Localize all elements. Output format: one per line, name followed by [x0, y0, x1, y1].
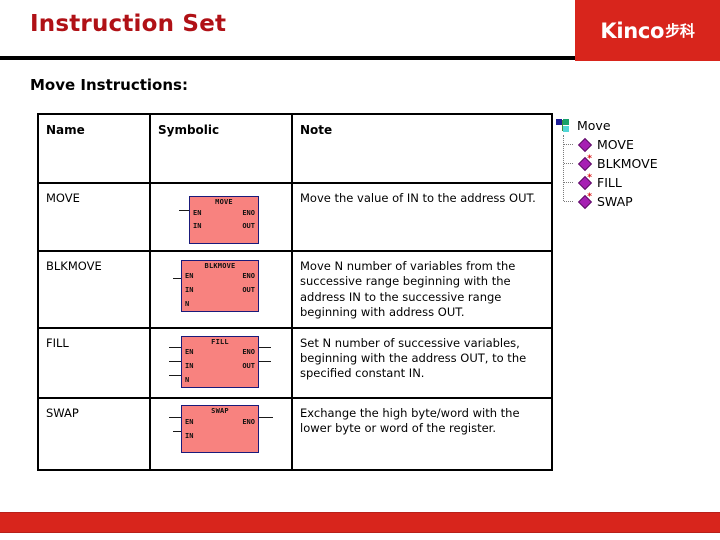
cell-note-fill: Set N number of successive variables, be…	[291, 326, 553, 399]
tree-item-move[interactable]: MOVE	[556, 135, 716, 154]
table-row: BLKMOVE BLKMOVE EN IN N ENO OUT Move N n…	[37, 250, 553, 329]
cell-symbol-blkmove: BLKMOVE EN IN N ENO OUT	[149, 250, 293, 329]
plc-symbol-swap: SWAP EN IN ENO	[151, 399, 291, 469]
slide-header: Instruction Set Kinco 步科	[0, 0, 720, 62]
plc-symbol-move: MOVE EN IN ENO OUT	[151, 184, 291, 250]
plc-block-fill: FILL EN IN N ENO OUT	[181, 335, 259, 388]
plc-block-swap: SWAP EN IN ENO	[181, 404, 259, 453]
tree-node-move-folder[interactable]: Move	[556, 116, 716, 135]
tree-tick	[564, 201, 573, 202]
table-row: FILL FILL EN IN N ENO OUT Set N number o…	[37, 326, 553, 399]
tree-item-blkmove[interactable]: * BLKMOVE	[556, 154, 716, 173]
column-header-name: Name	[37, 113, 151, 184]
cell-note-swap: Exchange the high byte/word with the low…	[291, 396, 553, 471]
tree-item-fill[interactable]: * FILL	[556, 173, 716, 192]
wire-in	[173, 278, 181, 279]
footer-accent-bar	[0, 512, 720, 533]
wire-in	[173, 430, 181, 432]
cell-note-blkmove: Move N number of variables from the succ…	[291, 250, 553, 329]
page-title: Instruction Set	[30, 11, 227, 37]
cell-name-move: MOVE	[37, 182, 151, 252]
tree-root-label: Move	[577, 118, 611, 133]
note-text: Move the value of IN to the address OUT.	[300, 191, 536, 205]
table-row: SWAP SWAP EN IN ENO Exchange the high by…	[37, 396, 553, 471]
column-header-note: Note	[291, 113, 553, 184]
folder-icon	[556, 119, 571, 132]
tree-children: MOVE * BLKMOVE * FILL * SWAP	[556, 135, 716, 211]
tree-tick	[564, 163, 573, 164]
cell-name-blkmove: BLKMOVE	[37, 250, 151, 329]
wire-in	[169, 360, 181, 362]
wire-n	[169, 374, 181, 376]
diamond-icon	[577, 137, 593, 153]
cell-symbol-move: MOVE EN IN ENO OUT	[149, 182, 293, 252]
tree-tick	[564, 182, 573, 183]
instruction-table: Name Symbolic Note MOVE MOVE EN IN ENO O…	[37, 113, 553, 471]
tree-item-label: SWAP	[597, 194, 633, 209]
tree-item-swap[interactable]: * SWAP	[556, 192, 716, 211]
cell-note-move: Move the value of IN to the address OUT.	[291, 182, 553, 252]
tree-item-label: FILL	[597, 175, 622, 190]
note-text: Move N number of variables from the succ…	[300, 259, 516, 320]
plc-symbol-fill: FILL EN IN N ENO OUT	[151, 329, 291, 397]
section-subtitle: Move Instructions:	[30, 76, 188, 94]
tree-item-label: BLKMOVE	[597, 156, 658, 171]
plc-symbol-blkmove: BLKMOVE EN IN N ENO OUT	[151, 252, 291, 327]
table-row: MOVE MOVE EN IN ENO OUT Move the value o…	[37, 182, 553, 252]
logo-text-latin: Kinco	[600, 18, 665, 43]
note-text: Exchange the high byte/word with the low…	[300, 405, 520, 436]
wire-en	[169, 416, 181, 418]
cell-symbol-fill: FILL EN IN N ENO OUT	[149, 326, 293, 399]
diamond-star-icon: *	[577, 193, 593, 210]
wire-eno	[259, 416, 273, 418]
wire-in	[179, 210, 189, 211]
header-divider	[0, 56, 575, 60]
column-header-symbolic: Symbolic	[149, 113, 293, 184]
diamond-star-icon: *	[577, 155, 593, 172]
tree-item-label: MOVE	[597, 137, 634, 152]
cell-name-fill: FILL	[37, 326, 151, 399]
diamond-star-icon: *	[577, 174, 593, 191]
wire-out	[259, 360, 271, 362]
table-header-row: Name Symbolic Note	[37, 113, 553, 184]
note-text: Set N number of successive variables, be…	[300, 335, 527, 381]
plc-block-blkmove: BLKMOVE EN IN N ENO OUT	[181, 260, 259, 312]
instruction-tree: Move MOVE * BLKMOVE * FILL * SWAP	[556, 116, 716, 211]
logo-text: Kinco 步科	[575, 0, 720, 61]
tree-tick	[564, 144, 573, 145]
logo-text-chinese: 步科	[665, 22, 695, 40]
plc-block-move: MOVE EN IN ENO OUT	[189, 196, 259, 244]
wire-en	[169, 346, 181, 348]
cell-symbol-swap: SWAP EN IN ENO	[149, 396, 293, 471]
brand-logo: Kinco 步科	[575, 0, 720, 61]
wire-eno	[259, 346, 271, 348]
cell-name-swap: SWAP	[37, 396, 151, 471]
